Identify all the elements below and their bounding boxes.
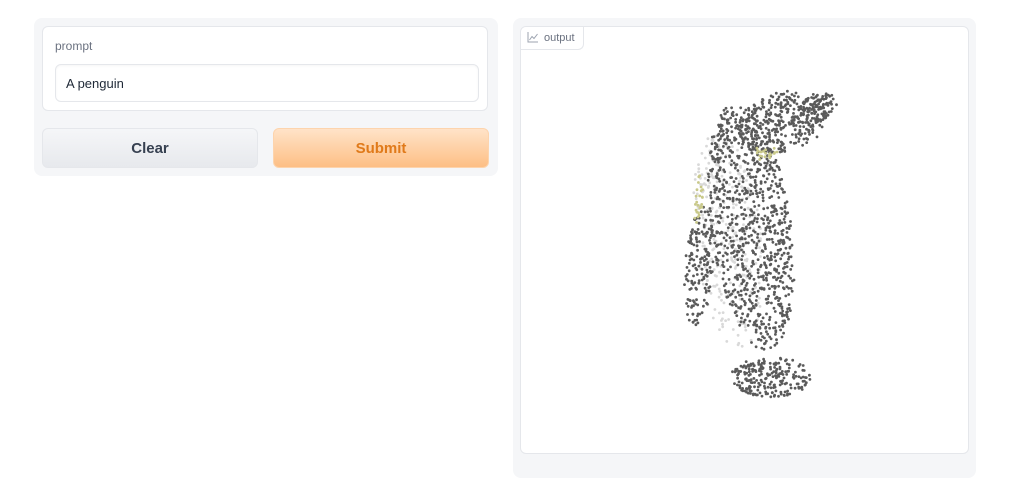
prompt-block: prompt [42,26,488,111]
prompt-label: prompt [55,39,93,53]
point-cloud-plot[interactable] [521,27,969,454]
app-root: prompt Clear Submit output [0,0,1024,483]
input-panel: prompt Clear Submit [34,18,498,176]
output-plot-area[interactable]: output [520,26,969,454]
output-panel: output [513,18,976,478]
clear-button[interactable]: Clear [42,128,258,168]
output-label-tag: output [521,27,584,50]
chart-icon [527,31,539,46]
output-label: output [544,32,575,44]
submit-button[interactable]: Submit [273,128,489,168]
prompt-input[interactable] [55,64,479,102]
